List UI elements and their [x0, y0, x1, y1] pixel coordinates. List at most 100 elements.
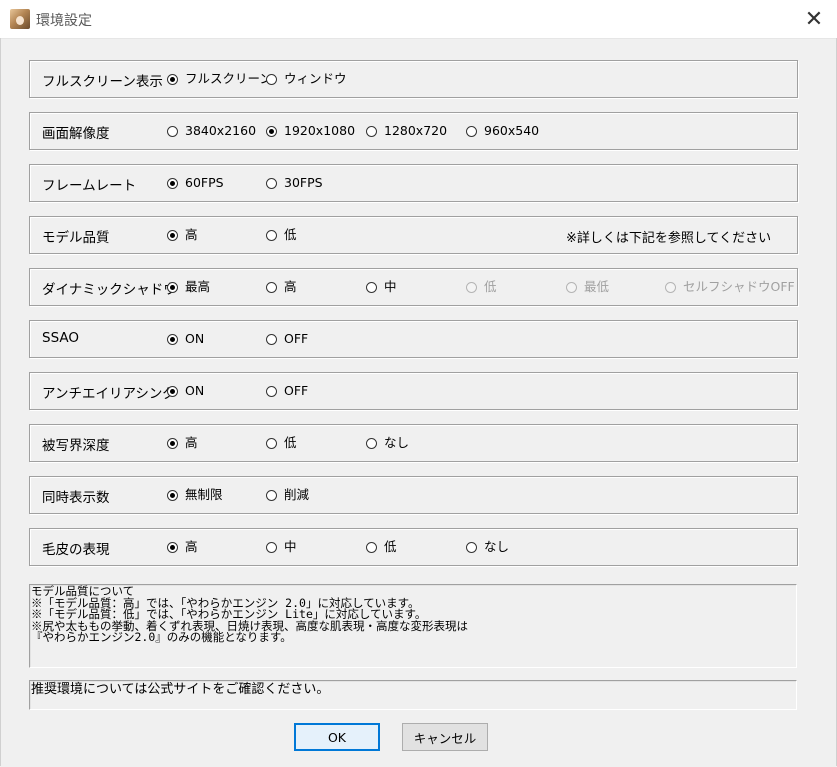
radio-label: 960x540: [484, 123, 540, 138]
radio-circle: [167, 125, 178, 137]
radio-fur-mid[interactable]: 中: [266, 540, 297, 554]
radio-unlimited[interactable]: 無制限: [167, 488, 223, 502]
radio-label: OFF: [284, 383, 309, 398]
ok-button[interactable]: OK: [294, 723, 380, 751]
radio-label: 最低: [584, 279, 610, 294]
radio-dof-low[interactable]: 低: [266, 436, 297, 450]
radio-fullscreen[interactable]: フルスクリーン: [167, 72, 272, 86]
radio-30fps[interactable]: 30FPS: [266, 176, 323, 190]
radio-circle: [167, 541, 178, 553]
radio-circle: [266, 125, 277, 137]
group-label: ダイナミックシャドウ: [42, 282, 177, 298]
radio-fur-high[interactable]: 高: [167, 540, 198, 554]
radio-model-low[interactable]: 低: [266, 228, 297, 242]
radio-window[interactable]: ウィンドウ: [266, 72, 347, 86]
radio-circle: [266, 333, 277, 345]
radio-circle: [167, 281, 178, 293]
title-bar: 環境設定 ✕: [0, 0, 837, 39]
radio-fur-none[interactable]: なし: [466, 540, 509, 554]
radio-aa-on[interactable]: ON: [167, 384, 204, 398]
radio-shadow-low[interactable]: 低: [466, 280, 497, 294]
group-framerate: フレームレート 60FPS 30FPS: [29, 164, 798, 202]
group-fullscreen: フルスクリーン表示 フルスクリーン ウィンドウ: [29, 60, 798, 98]
radio-label: 中: [284, 539, 297, 554]
radio-label: OFF: [284, 331, 309, 346]
radio-1920x1080[interactable]: 1920x1080: [266, 124, 355, 138]
radio-circle: [266, 73, 277, 85]
radio-ssao-on[interactable]: ON: [167, 332, 204, 346]
radio-dof-high[interactable]: 高: [167, 436, 198, 450]
radio-label: 低: [384, 539, 397, 554]
radio-label: 削減: [284, 487, 310, 502]
radio-60fps[interactable]: 60FPS: [167, 176, 224, 190]
radio-label: 高: [185, 435, 198, 450]
radio-circle: [266, 489, 277, 501]
radio-3840x2160[interactable]: 3840x2160: [167, 124, 256, 138]
radio-label: ON: [185, 331, 205, 346]
model-quality-note: ※詳しくは下記を参照してください: [566, 231, 772, 246]
radio-circle: [466, 281, 477, 293]
radio-shadow-lowest[interactable]: 最低: [566, 280, 609, 294]
radio-circle: [665, 281, 676, 293]
group-label: フルスクリーン表示: [42, 74, 163, 90]
radio-circle: [167, 489, 178, 501]
radio-label: 高: [185, 539, 198, 554]
radio-circle: [266, 385, 277, 397]
radio-label: 低: [484, 279, 497, 294]
group-antialiasing: アンチエイリアシング ON OFF: [29, 372, 798, 410]
radio-label: 高: [185, 227, 198, 242]
radio-label: 30FPS: [284, 175, 323, 190]
radio-label: 1920x1080: [284, 123, 356, 138]
group-label: モデル品質: [42, 230, 110, 246]
radio-shadow-highest[interactable]: 最高: [167, 280, 210, 294]
radio-circle: [366, 437, 377, 449]
radio-self-shadow-off[interactable]: セルフシャドウOFF: [665, 280, 795, 294]
radio-fur-low[interactable]: 低: [366, 540, 397, 554]
group-depth-of-field: 被写界深度 高 低 なし: [29, 424, 798, 462]
radio-label: セルフシャドウOFF: [683, 279, 795, 294]
radio-label: 低: [284, 435, 297, 450]
radio-shadow-high[interactable]: 高: [266, 280, 297, 294]
info-line: 『やわらかエンジン2.0』のみの機能となります。: [31, 630, 292, 644]
radio-circle: [366, 541, 377, 553]
group-dynamic-shadow: ダイナミックシャドウ 最高 高 中 低 最低 セルフシャドウOFF: [29, 268, 798, 306]
radio-label: なし: [384, 435, 410, 450]
radio-circle: [167, 73, 178, 85]
radio-ssao-off[interactable]: OFF: [266, 332, 308, 346]
radio-label: 無制限: [185, 487, 223, 502]
radio-960x540[interactable]: 960x540: [466, 124, 539, 138]
radio-shadow-mid[interactable]: 中: [366, 280, 397, 294]
radio-circle: [466, 541, 477, 553]
radio-circle: [167, 333, 178, 345]
radio-dof-none[interactable]: なし: [366, 436, 409, 450]
group-label: 画面解像度: [42, 126, 110, 142]
radio-circle: [266, 281, 277, 293]
radio-circle: [266, 177, 277, 189]
radio-circle: [167, 437, 178, 449]
app-icon: [10, 9, 30, 29]
radio-label: フルスクリーン: [185, 71, 272, 86]
radio-label: ウィンドウ: [284, 71, 347, 86]
radio-model-high[interactable]: 高: [167, 228, 198, 242]
recommend-line: 推奨環境については公式サイトをご確認ください。: [31, 682, 330, 697]
radio-label: 3840x2160: [185, 123, 257, 138]
recommend-textbox[interactable]: 推奨環境については公式サイトをご確認ください。: [29, 680, 797, 710]
radio-label: 60FPS: [185, 175, 224, 190]
radio-circle: [167, 229, 178, 241]
model-quality-info-textbox[interactable]: モデル品質について ※「モデル品質：高」では、「やわらかエンジン 2.0」に対応…: [29, 584, 797, 668]
radio-circle: [167, 385, 178, 397]
radio-circle: [466, 125, 477, 137]
radio-circle: [266, 229, 277, 241]
radio-aa-off[interactable]: OFF: [266, 384, 308, 398]
radio-reduced[interactable]: 削減: [266, 488, 309, 502]
close-button[interactable]: ✕: [791, 0, 837, 38]
radio-label: 中: [384, 279, 397, 294]
group-label: アンチエイリアシング: [42, 386, 176, 402]
cancel-button[interactable]: キャンセル: [402, 723, 488, 751]
group-model-quality: モデル品質 高 低 ※詳しくは下記を参照してください: [29, 216, 798, 254]
group-label: 毛皮の表現: [42, 542, 110, 558]
radio-1280x720[interactable]: 1280x720: [366, 124, 447, 138]
group-fur: 毛皮の表現 高 中 低 なし: [29, 528, 798, 566]
radio-circle: [566, 281, 577, 293]
group-label: 被写界深度: [42, 438, 110, 454]
